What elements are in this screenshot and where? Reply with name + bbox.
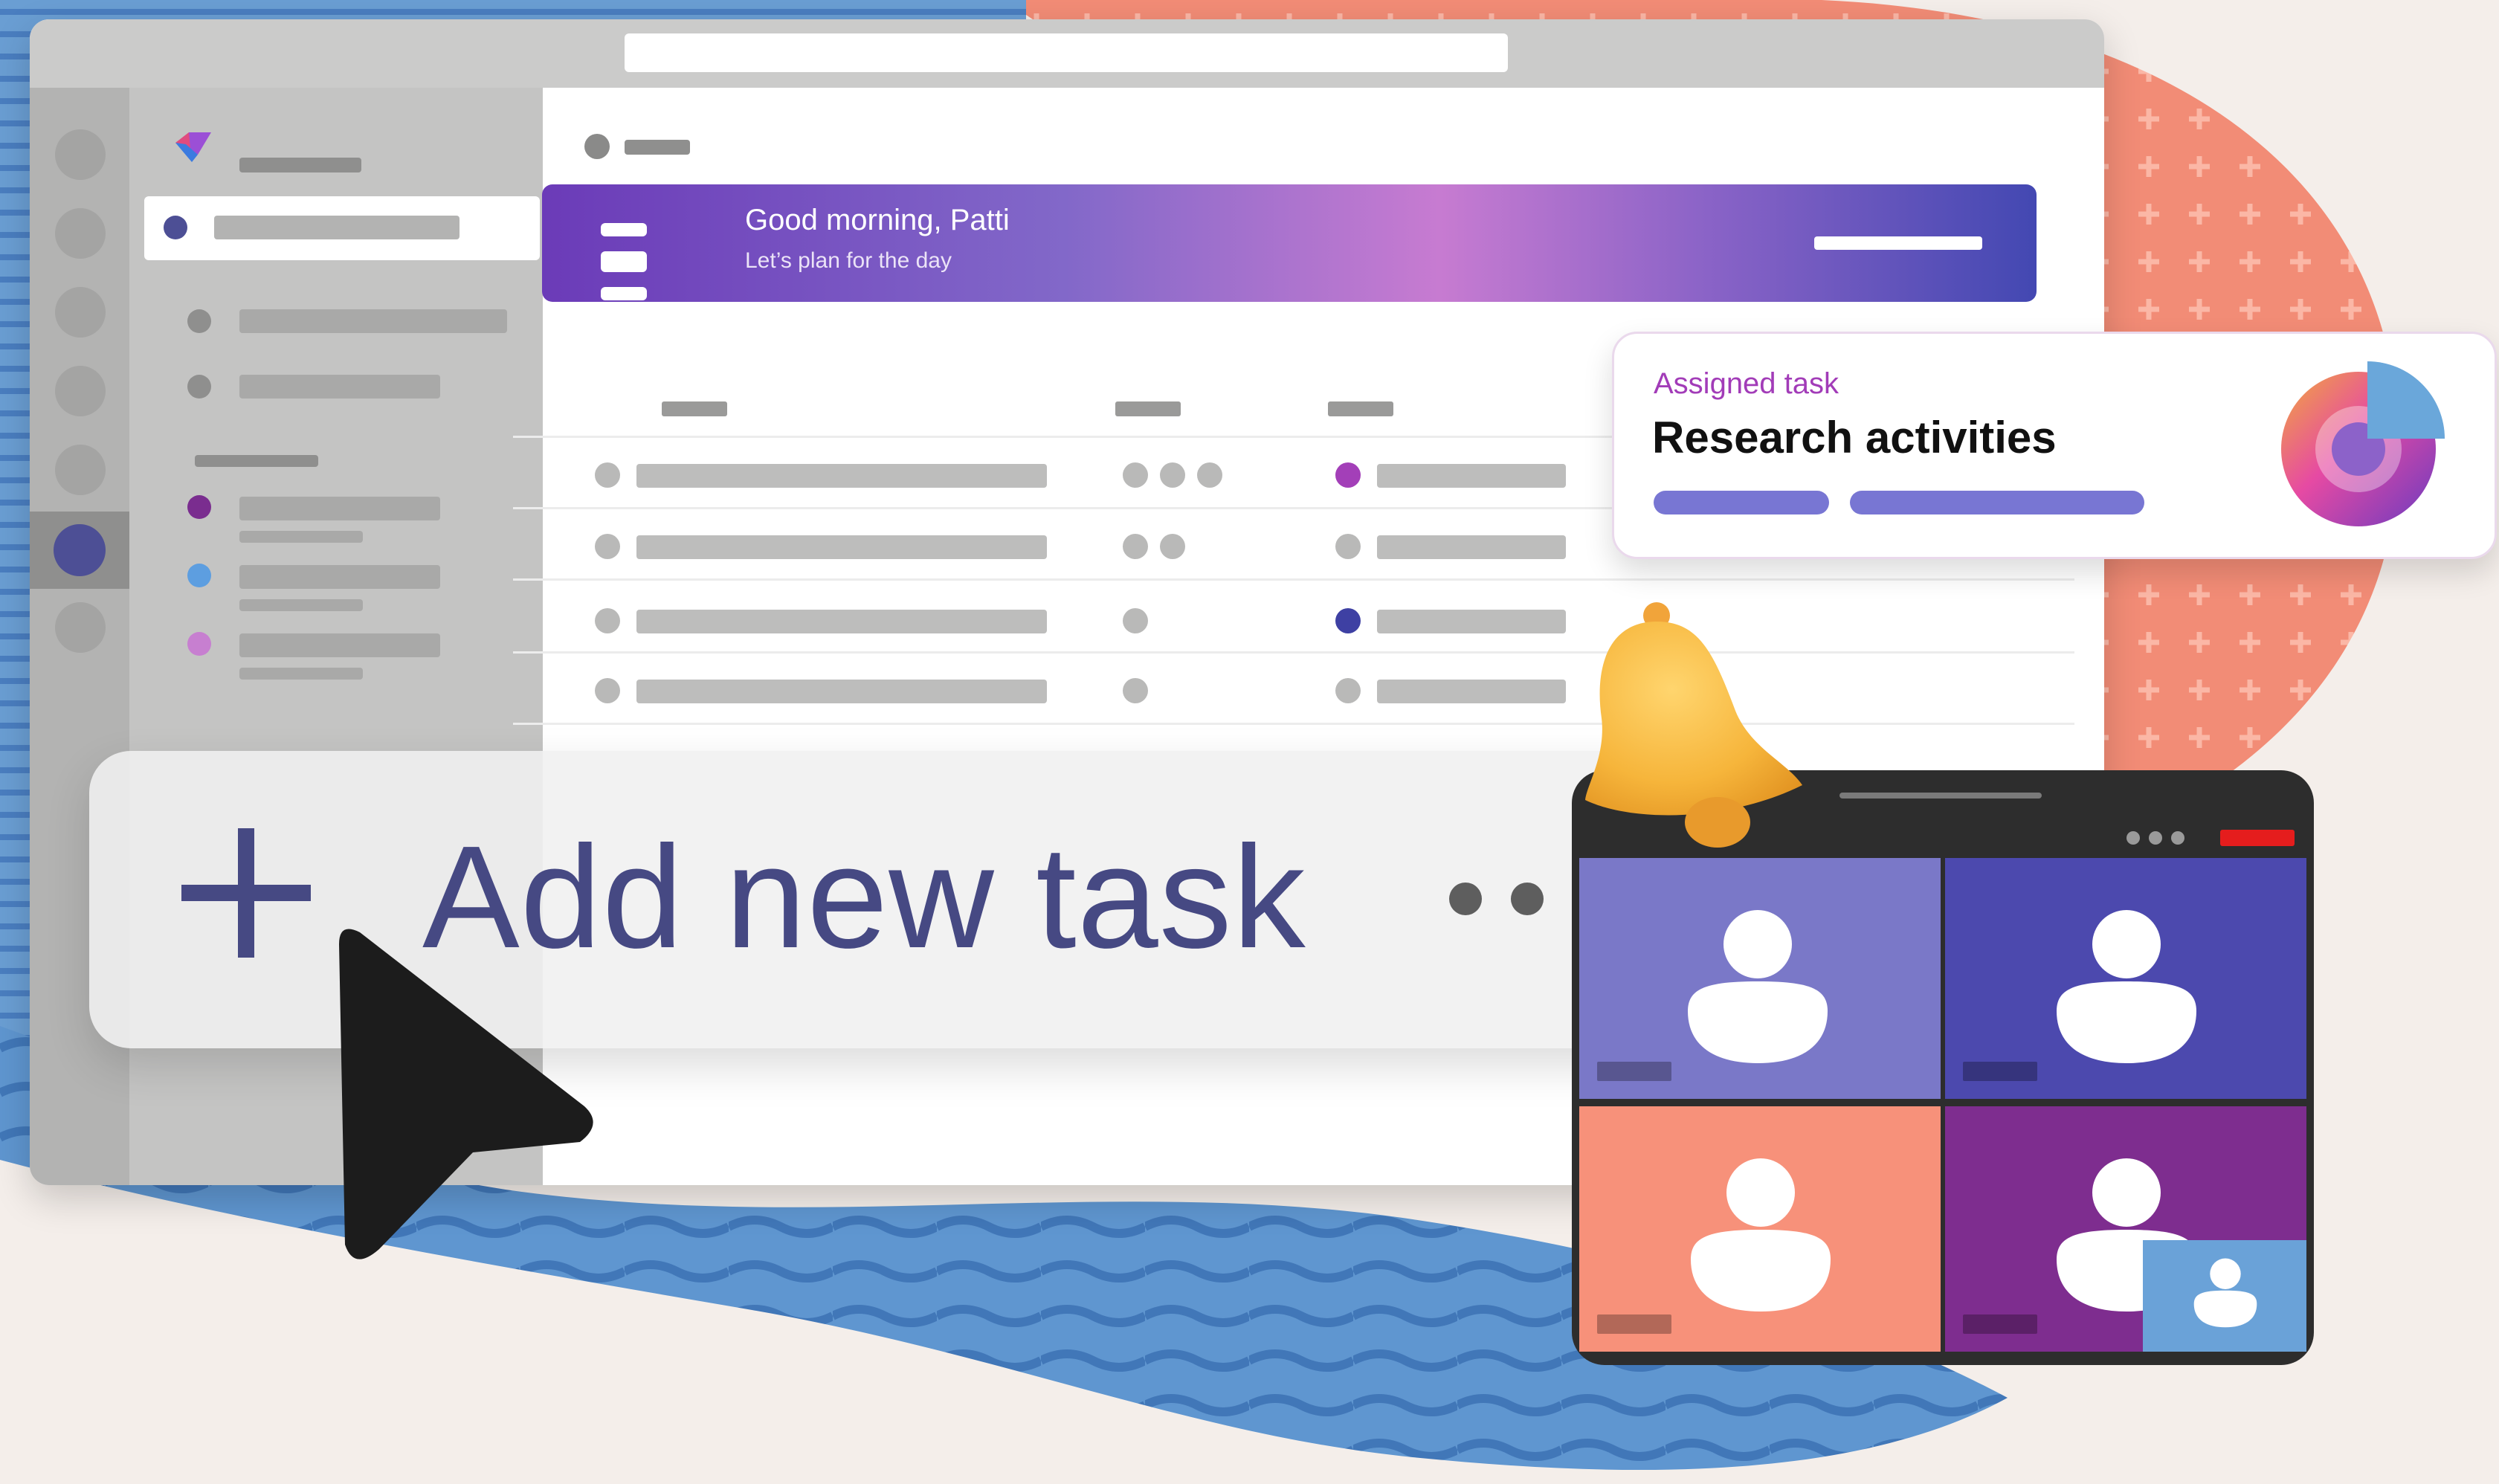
person-icon [2057,910,2196,1063]
window-control-dot[interactable] [2149,831,2162,845]
rail-item[interactable] [55,208,106,259]
avatar [54,524,106,576]
nav-item-icon [187,375,211,399]
title-bar [30,19,2104,88]
app-name [239,158,361,172]
participant-tile[interactable] [1579,858,1941,1099]
breadcrumb-icon [584,134,610,159]
plan-icon [187,632,211,656]
assignee-avatar [1123,608,1148,633]
section-header [195,455,318,467]
nav-item-icon [187,309,211,333]
bucket-label [1377,610,1566,633]
banner-action[interactable] [1814,236,1982,250]
person-icon [2193,1258,2257,1328]
rail-item-active[interactable] [30,512,129,589]
plan-item-subtitle [239,668,363,680]
plan-icon [187,495,211,519]
plan-item[interactable] [239,633,440,657]
task-title [636,610,1047,633]
assigned-task-kicker: Assigned task [1654,367,1839,400]
bell-icon[interactable] [1579,599,1825,859]
assignee-avatar [1123,462,1148,488]
bucket-dot [1335,534,1361,559]
bucket-label [1377,680,1566,703]
task-title [636,680,1047,703]
breadcrumb[interactable] [625,140,690,155]
column-header[interactable] [1328,401,1393,416]
bucket-dot [1335,678,1361,703]
nav-item-label [214,216,460,239]
column-header[interactable] [1115,401,1181,416]
planner-logo-icon [175,132,211,162]
nav-item-icon [164,216,187,239]
person-icon [1688,910,1828,1063]
assigned-task-title: Research activities [1652,413,2057,462]
participant-name [1597,1062,1671,1081]
video-call-window [1572,770,2314,1365]
rail-item[interactable] [55,445,106,495]
end-call-button[interactable] [2220,830,2295,846]
plan-icon [187,564,211,587]
nav-item-selected[interactable] [144,196,540,260]
row-divider [513,651,2074,654]
bucket-label [1377,464,1566,488]
plan-item-subtitle [239,599,363,611]
progress-ring-icon [2281,361,2445,526]
rail-item[interactable] [55,287,106,338]
participant-tile[interactable] [1945,1106,2306,1352]
window-control-dot[interactable] [2171,831,2184,845]
bucket-label [1377,535,1566,559]
nav-item[interactable] [239,309,507,333]
bucket-dot [1335,462,1361,488]
assignee-avatar [1123,534,1148,559]
task-title [636,535,1047,559]
row-divider [513,578,2074,581]
participant-tile[interactable] [1579,1106,1941,1352]
rail-item[interactable] [55,602,106,653]
plan-item[interactable] [239,497,440,520]
participant-name [1597,1314,1671,1334]
participant-name [1963,1062,2037,1081]
task-progress-bar [1850,491,2144,514]
task-checkbox[interactable] [595,608,620,633]
assignee-avatar [1160,534,1185,559]
greeting-title: Good morning, Patti [745,204,1010,236]
greeting-banner [542,184,2037,302]
assignee-avatar [1123,678,1148,703]
task-title [636,464,1047,488]
assignee-avatar [1160,462,1185,488]
participant-tile[interactable] [1945,858,2306,1099]
tablet-notch [1839,793,2042,799]
person-icon [1691,1158,1831,1312]
row-divider [513,723,2074,725]
task-progress-bar [1654,491,1829,514]
cursor-arrow-icon [339,929,593,1259]
self-view-tile[interactable] [2143,1240,2306,1352]
task-checkbox[interactable] [595,534,620,559]
column-header[interactable] [662,401,727,416]
nav-item[interactable] [239,375,440,399]
assignee-avatar [1197,462,1222,488]
window-control-dot[interactable] [2126,831,2140,845]
list-icon [601,223,647,300]
rail-item[interactable] [55,129,106,180]
rail-item[interactable] [55,366,106,416]
plan-item[interactable] [239,565,440,589]
plus-icon[interactable] [181,828,311,958]
greeting-subtitle: Let’s plan for the day [745,248,952,273]
address-bar[interactable] [625,33,1508,72]
plan-item-subtitle [239,531,363,543]
bucket-dot [1335,608,1361,633]
task-checkbox[interactable] [595,678,620,703]
task-checkbox[interactable] [595,462,620,488]
participant-name [1963,1314,2037,1334]
